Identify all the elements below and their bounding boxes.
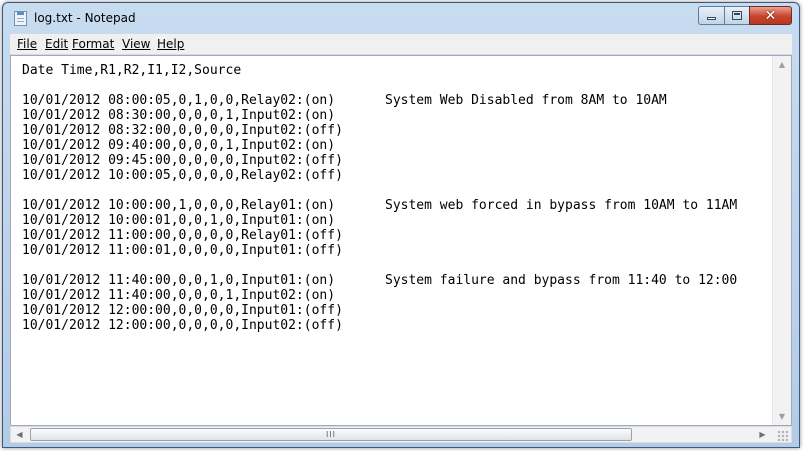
log-entry: 10/01/2012 08:00:05,0,1,0,0,Relay02:(on) [22, 93, 336, 108]
window-controls: ✕ [698, 6, 792, 25]
log-entry: Date Time,R1,R2,I1,I2,Source [22, 63, 242, 78]
log-entry: 10/01/2012 10:00:01,0,0,1,0,Input01:(on) [22, 213, 336, 228]
log-entry: 10/01/2012 09:40:00,0,0,0,1,Input02:(on) [22, 138, 336, 153]
scroll-left-icon[interactable]: ◀ [11, 427, 28, 442]
log-entry: 10/01/2012 11:40:00,0,0,0,1,Input02:(on) [22, 288, 336, 303]
menu-format-label: Format [72, 37, 115, 51]
minimize-button[interactable] [698, 6, 724, 25]
scroll-right-icon[interactable]: ▶ [754, 427, 771, 442]
text-line: 10/01/2012 10:00:01,0,0,1,0,Input01:(on) [22, 213, 335, 228]
text-line: 10/01/2012 12:00:00,0,0,0,0,Input02:(off… [22, 318, 343, 333]
log-comment: System web forced in bypass from 10AM to… [385, 198, 738, 213]
text-line: 10/01/2012 08:32:00,0,0,0,0,Input02:(off… [22, 123, 343, 138]
log-entry: 10/01/2012 11:40:00,0,0,1,0,Input01:(on) [22, 273, 336, 288]
text-line: 10/01/2012 08:30:00,0,0,0,1,Input02:(on) [22, 108, 335, 123]
notepad-window: log.txt - Notepad ✕ File Edit Format Vie… [2, 2, 800, 448]
log-entry: 10/01/2012 12:00:00,0,0,0,0,Input02:(off… [22, 318, 343, 333]
window-title: log.txt - Notepad [34, 11, 136, 25]
text-line: 10/01/2012 09:45:00,0,0,0,0,Input02:(off… [22, 153, 343, 168]
scroll-up-icon[interactable]: ▲ [773, 56, 791, 73]
log-entry: 10/01/2012 08:30:00,0,0,0,1,Input02:(on) [22, 108, 336, 123]
log-entry: 10/01/2012 08:32:00,0,0,0,0,Input02:(off… [22, 123, 343, 138]
log-entry: 10/01/2012 10:00:05,0,0,0,0,Relay02:(off… [22, 168, 343, 183]
log-comment: System Web Disabled from 8AM to 10AM [385, 93, 667, 108]
menu-view-label: View [122, 37, 151, 51]
horizontal-scrollbar[interactable]: ◀ III ▶ [10, 426, 792, 443]
menu-edit[interactable]: Edit [45, 37, 68, 51]
log-entry: 10/01/2012 11:00:01,0,0,0,0,Input01:(off… [22, 243, 343, 258]
menu-help[interactable]: Help [157, 37, 184, 51]
text-content[interactable]: Date Time,R1,R2,I1,I2,Source 10/01/2012 0… [11, 56, 773, 425]
menu-help-label: Help [157, 37, 185, 51]
text-line: Date Time,R1,R2,I1,I2,Source [22, 63, 241, 78]
text-line: 10/01/2012 11:00:00,0,0,0,0,Relay01:(off… [22, 228, 343, 243]
text-line: 10/01/2012 08:00:05,0,1,0,0,Relay02:(on)… [22, 93, 667, 108]
menu-view[interactable]: View [122, 37, 150, 51]
minimize-icon [707, 17, 716, 20]
log-entry: 10/01/2012 09:45:00,0,0,0,0,Input02:(off… [22, 153, 343, 168]
horizontal-scroll-thumb[interactable]: III [30, 428, 632, 441]
resize-grip-icon[interactable] [777, 430, 788, 441]
menu-file-label: File [17, 37, 38, 51]
close-button[interactable]: ✕ [749, 6, 792, 25]
maximize-button[interactable] [724, 6, 749, 25]
text-line: 10/01/2012 11:40:00,0,0,0,1,Input02:(on) [22, 288, 335, 303]
text-editor[interactable]: Date Time,R1,R2,I1,I2,Source 10/01/2012 0… [10, 55, 792, 426]
log-entry: 10/01/2012 10:00:00,1,0,0,0,Relay01:(on) [22, 198, 336, 213]
text-line: 10/01/2012 11:00:01,0,0,0,0,Input01:(off… [22, 243, 343, 258]
menu-edit-label: Edit [45, 37, 69, 51]
text-line: 10/01/2012 12:00:00,0,0,0,0,Input01:(off… [22, 303, 343, 318]
notepad-icon [14, 11, 27, 26]
menu-format[interactable]: Format [72, 37, 114, 51]
menu-file[interactable]: File [17, 37, 37, 51]
log-comment: System failure and bypass from 11:40 to … [385, 273, 738, 288]
text-line: 10/01/2012 11:40:00,0,0,1,0,Input01:(on)… [22, 273, 737, 288]
menu-bar: File Edit Format View Help [10, 34, 792, 55]
log-entry: 10/01/2012 11:00:00,0,0,0,0,Relay01:(off… [22, 228, 343, 243]
text-line: 10/01/2012 09:40:00,0,0,0,1,Input02:(on) [22, 138, 335, 153]
text-line: 10/01/2012 10:00:05,0,0,0,0,Relay02:(off… [22, 168, 343, 183]
maximize-icon [732, 11, 742, 20]
log-entry: 10/01/2012 12:00:00,0,0,0,0,Input01:(off… [22, 303, 343, 318]
scroll-down-icon[interactable]: ▼ [773, 408, 791, 425]
grip-icon: III [325, 430, 337, 439]
title-bar[interactable]: log.txt - Notepad ✕ [3, 3, 799, 34]
close-icon: ✕ [764, 8, 777, 24]
text-line: 10/01/2012 10:00:00,1,0,0,0,Relay01:(on)… [22, 198, 737, 213]
vertical-scrollbar[interactable]: ▲ ▼ [772, 56, 791, 425]
